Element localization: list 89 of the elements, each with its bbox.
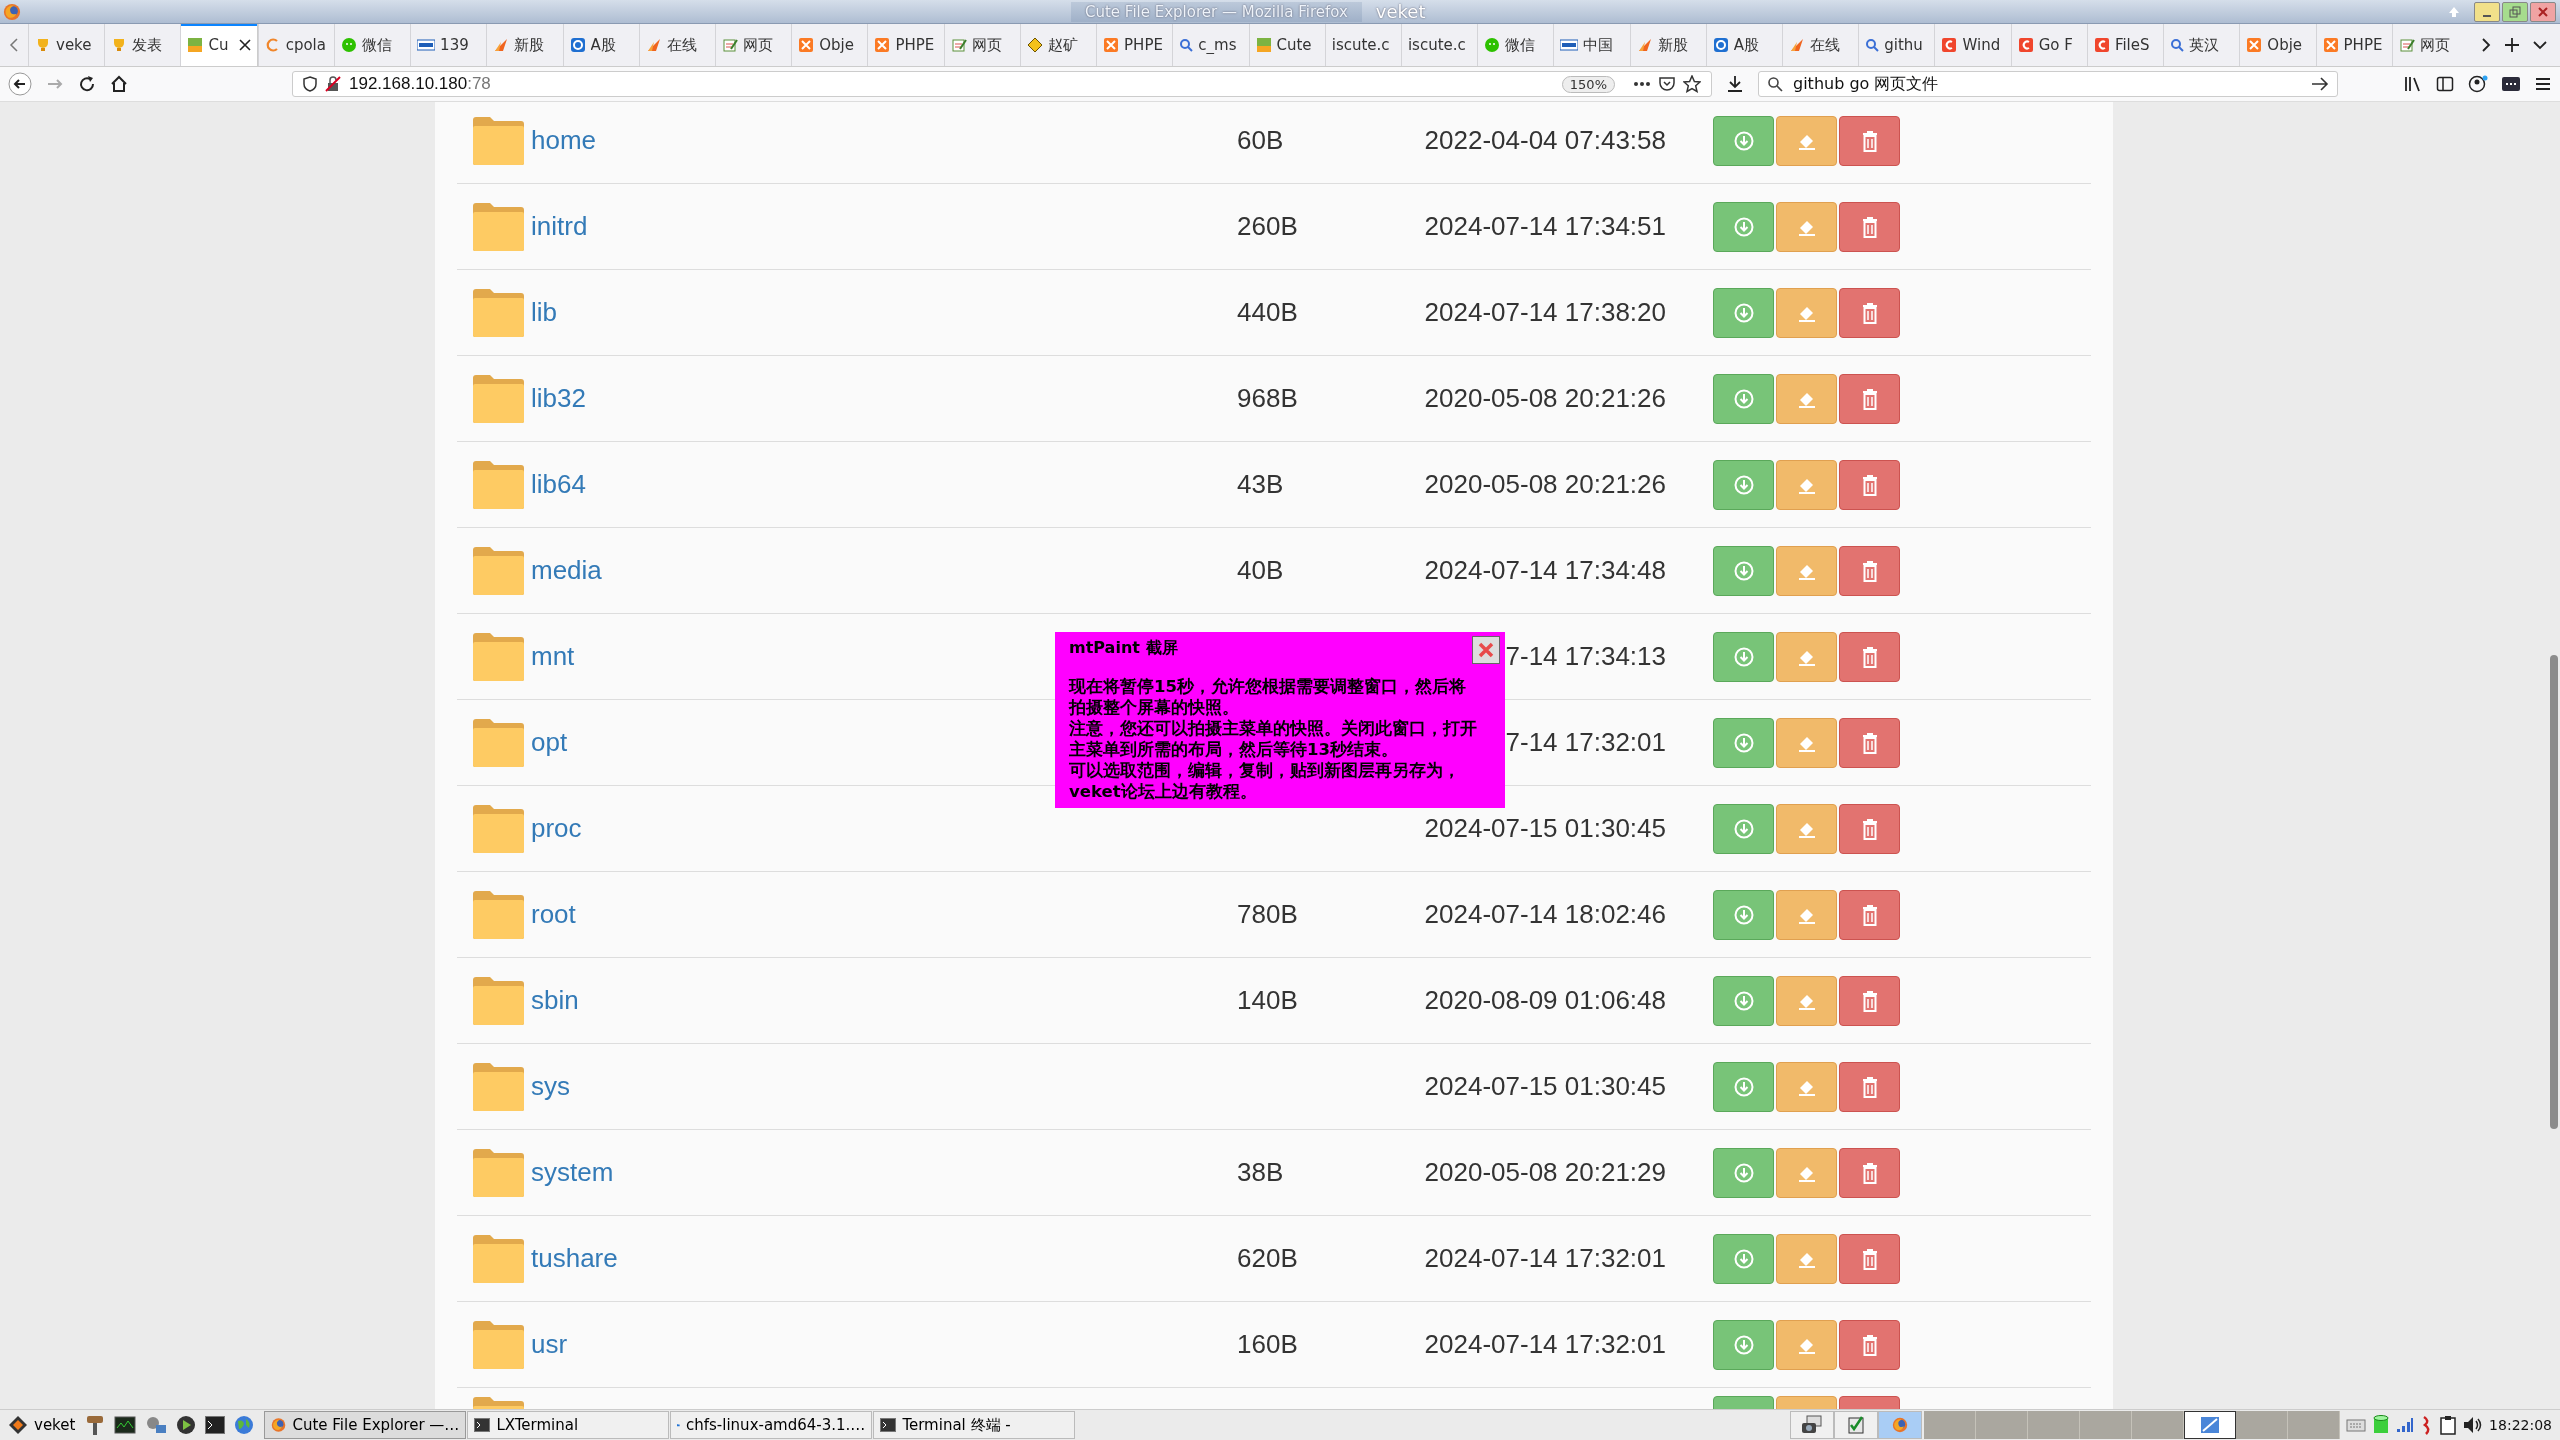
folder-link[interactable]: initrd xyxy=(531,211,588,242)
browser-tab[interactable]: PHPE xyxy=(867,24,944,66)
window-title: Cute File Explorer — Mozilla Firefox xyxy=(1071,1,1362,22)
browser-tab[interactable]: 中国 xyxy=(1553,24,1630,66)
modified-date: 2020-05-08 20:21:26 xyxy=(1424,469,1666,499)
modified-date: 2020-05-08 20:21:29 xyxy=(1424,1157,1666,1187)
modified-date: 2022-04-04 07:43:58 xyxy=(1424,125,1666,155)
modified-date: 2024-07-14 17:34:51 xyxy=(1424,211,1666,241)
browser-tab[interactable]: iscute.c xyxy=(1400,24,1478,66)
dialog-text: 现在将暂停15秒，允许您根据需要调整窗口，然后将拍摄整个屏幕的快照。 xyxy=(1069,676,1467,718)
browser-tab[interactable]: Cute xyxy=(1248,24,1325,66)
folder-link[interactable]: root xyxy=(531,899,576,930)
folder-link[interactable]: usr xyxy=(531,1329,568,1360)
taskbar-window-button[interactable]: Terminal 终端 - xyxy=(873,1411,1076,1439)
modified-date: 2024-07-14 17:38:20 xyxy=(1424,297,1666,327)
browser-tab[interactable]: Cu xyxy=(180,24,258,66)
file-size: 38B xyxy=(1237,1157,1284,1187)
browser-tab[interactable]: A股 xyxy=(1705,24,1783,66)
modified-date: 2024-07-14 17:32:01 xyxy=(1424,1243,1666,1273)
folder-link[interactable]: sys xyxy=(531,1071,570,1102)
file-size: 620B xyxy=(1237,1243,1298,1273)
browser-tab[interactable]: iscute.c xyxy=(1324,24,1401,66)
url-text: 192.168.10.180:78 xyxy=(349,74,491,94)
browser-tab[interactable]: PHPE xyxy=(2315,24,2392,66)
folder-link[interactable]: mnt xyxy=(531,641,575,672)
modified-date: 7-14 17:32:01 xyxy=(1505,727,1666,757)
file-size: 40B xyxy=(1237,555,1284,585)
browser-tab[interactable]: 网页 xyxy=(714,24,792,66)
browser-tab[interactable]: 139 xyxy=(410,24,487,66)
modified-date: 7-14 17:34:13 xyxy=(1505,641,1666,671)
folder-link[interactable]: lib32 xyxy=(531,383,586,414)
search-input[interactable]: github go 网页文件 xyxy=(1791,73,2303,95)
browser-tab[interactable]: FileS xyxy=(2086,24,2164,66)
file-size: 440B xyxy=(1237,297,1298,327)
browser-tab[interactable]: c_ms xyxy=(1172,24,1249,66)
dialog-text: 可以选取范围，编辑，复制，贴到新图层再另存为，veket论坛上边有教程。 xyxy=(1069,760,1461,802)
modified-date: 2024-07-15 01:30:45 xyxy=(1424,813,1666,843)
browser-tab[interactable]: 新股 xyxy=(486,24,563,66)
browser-tab[interactable]: Wind xyxy=(1934,24,2011,66)
modified-date: 2024-07-14 18:02:46 xyxy=(1424,899,1666,929)
zoom-level-button[interactable]: 150% xyxy=(1561,75,1615,93)
modified-date: 2020-05-08 20:21:26 xyxy=(1424,383,1666,413)
host-name: veket xyxy=(1375,1,1426,22)
dialog-text: 注意，您还可以拍摄主菜单的快照。关闭此窗口，打开主菜单到所需的布局，然后等待13秒结束。 xyxy=(1069,718,1478,760)
browser-tab[interactable]: 赵矿 xyxy=(1019,24,1097,66)
browser-tab[interactable]: 微信 xyxy=(1477,24,1554,66)
browser-tab[interactable]: githu xyxy=(1858,24,1935,66)
file-size: 780B xyxy=(1237,899,1298,929)
browser-tab[interactable]: veke xyxy=(28,24,105,66)
browser-tab[interactable]: Go F xyxy=(2010,24,2087,66)
search-bar[interactable]: github go 网页文件 xyxy=(1758,71,2338,97)
clock-text: 18:22:08 xyxy=(2489,1417,2553,1433)
modified-date: 2024-07-15 01:30:45 xyxy=(1424,1071,1666,1101)
file-size: 140B xyxy=(1237,985,1298,1015)
start-button[interactable]: veket xyxy=(0,1410,86,1440)
browser-tab[interactable]: 网页 xyxy=(2391,24,2468,66)
folder-link[interactable]: sbin xyxy=(531,985,579,1016)
browser-tab[interactable]: 微信 xyxy=(333,24,411,66)
browser-tab[interactable]: Obje xyxy=(791,24,868,66)
browser-tab[interactable]: 新股 xyxy=(1629,24,1706,66)
browser-tab[interactable]: 在线 xyxy=(1782,24,1859,66)
folder-link[interactable]: opt xyxy=(531,727,568,758)
modified-date: 2020-08-09 01:06:48 xyxy=(1424,985,1666,1015)
folder-link[interactable]: media xyxy=(531,555,602,586)
taskbar-window-button[interactable]: Cute File Explorer —… xyxy=(264,1411,467,1439)
file-size: 160B xyxy=(1237,1329,1298,1359)
browser-tab[interactable]: cpola xyxy=(257,24,334,66)
taskbar-window-button[interactable]: LXTerminal xyxy=(467,1411,670,1439)
taskbar-window-button[interactable]: chfs-linux-amd64-3.1.… xyxy=(670,1411,873,1439)
folder-link[interactable]: home xyxy=(531,125,597,156)
browser-tab[interactable]: 在线 xyxy=(638,24,715,66)
folder-link[interactable]: proc xyxy=(531,813,582,844)
browser-tab[interactable]: Obje xyxy=(2239,24,2316,66)
file-size: 260B xyxy=(1237,211,1298,241)
modified-date: 2024-07-14 17:32:01 xyxy=(1424,1329,1666,1359)
folder-link[interactable]: lib xyxy=(531,297,557,328)
browser-tab[interactable]: 英汉 xyxy=(2163,24,2240,66)
file-size: 968B xyxy=(1237,383,1298,413)
folder-link[interactable]: tushare xyxy=(531,1243,618,1274)
dialog-title: mtPaint 截屏 xyxy=(1069,638,1178,658)
modified-date: 2024-07-14 17:34:48 xyxy=(1424,555,1666,585)
folder-link[interactable]: system xyxy=(531,1157,614,1188)
browser-tab[interactable]: PHPE xyxy=(1096,24,1173,66)
file-size: 43B xyxy=(1237,469,1284,499)
address-bar[interactable]: 192.168.10.180:78 150% xyxy=(292,71,1712,97)
file-size: 60B xyxy=(1237,125,1284,155)
browser-tab[interactable]: 网页 xyxy=(943,24,1020,66)
folder-link[interactable]: lib64 xyxy=(531,469,586,500)
browser-tab[interactable]: A股 xyxy=(562,24,639,66)
